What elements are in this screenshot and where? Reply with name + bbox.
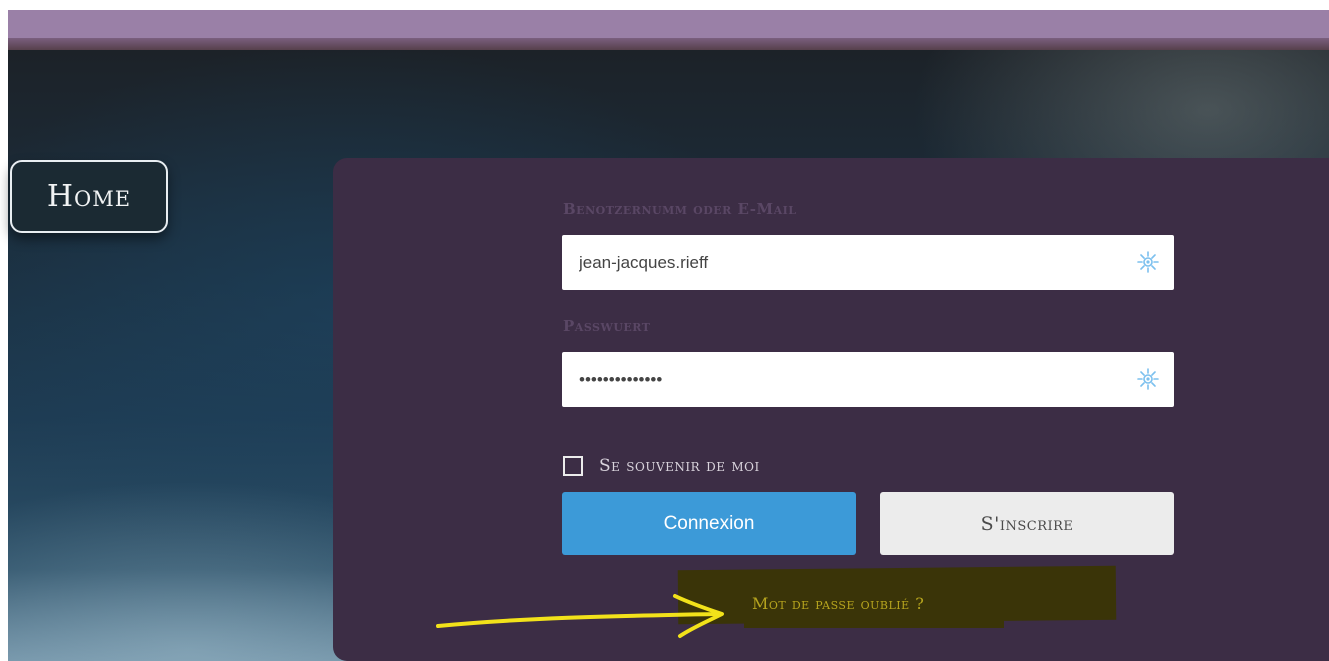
password-label: Passwuert: [563, 317, 651, 335]
top-bar: [8, 10, 1329, 38]
password-field[interactable]: [562, 352, 1174, 407]
home-button[interactable]: Home: [10, 160, 168, 233]
register-button[interactable]: S'inscrire: [880, 492, 1174, 555]
top-bar-border: [8, 38, 1329, 50]
username-input[interactable]: [562, 235, 1102, 290]
arrow-right-icon: [436, 594, 724, 638]
password-manager-icon[interactable]: [1136, 250, 1160, 274]
forgot-password-link[interactable]: Mot de passe oublié ?: [752, 594, 924, 618]
username-field[interactable]: [562, 235, 1174, 290]
password-input[interactable]: [562, 352, 1102, 407]
remember-me-row[interactable]: Se souvenir de moi: [563, 453, 760, 479]
password-manager-icon[interactable]: [1136, 367, 1160, 391]
username-label: Benotzernumm oder E-Mail: [563, 200, 797, 218]
remember-me-label[interactable]: Se souvenir de moi: [599, 456, 760, 476]
login-button[interactable]: Connexion: [562, 492, 856, 555]
remember-me-checkbox[interactable]: [563, 456, 583, 476]
